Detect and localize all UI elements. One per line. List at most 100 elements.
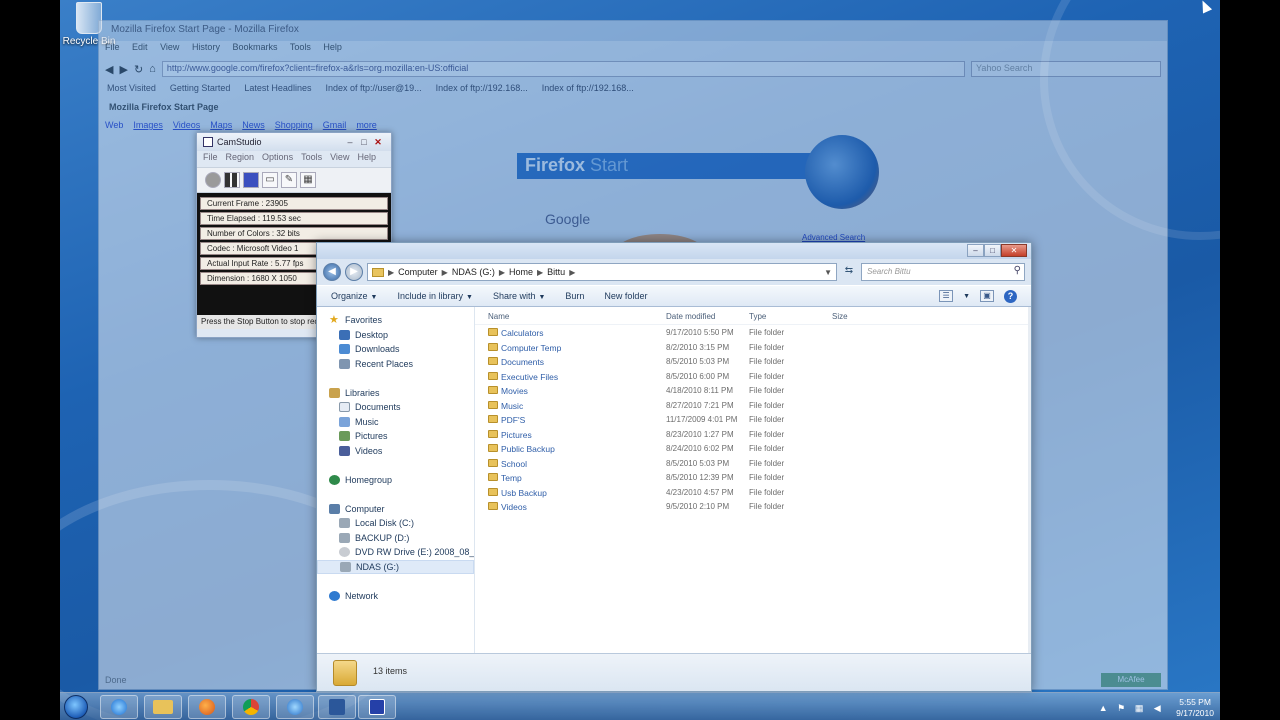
google-link-web[interactable]: Web (105, 120, 123, 134)
nav-downloads[interactable]: Downloads (317, 342, 474, 357)
nav-documents[interactable]: Documents (317, 400, 474, 415)
include-in-library-button[interactable]: Include in library ▼ (397, 291, 472, 301)
nav-computer[interactable]: Computer (317, 502, 474, 517)
menu-help[interactable]: Help (323, 42, 342, 52)
minimize-button[interactable]: – (343, 137, 357, 147)
preview-pane-icon[interactable]: ▣ (980, 290, 994, 302)
help-icon[interactable]: ? (1004, 289, 1017, 303)
stop-button[interactable] (243, 172, 259, 188)
nav-backup-d[interactable]: BACKUP (D:) (317, 531, 474, 546)
organize-button[interactable]: Organize ▼ (331, 291, 377, 301)
file-row[interactable]: Pictures 8/23/2010 1:27 PM File folder (475, 427, 1031, 442)
back-button[interactable]: ◀ (323, 263, 341, 281)
breadcrumb-home[interactable]: Home (509, 267, 533, 277)
cam-menu-region[interactable]: Region (226, 152, 255, 166)
share-with-button[interactable]: Share with ▼ (493, 291, 545, 301)
nav-dvd-drive-e[interactable]: DVD RW Drive (E:) 2008_08_26_07 (317, 545, 474, 560)
column-type[interactable]: Type (749, 312, 766, 321)
maximize-button[interactable]: □ (984, 244, 1001, 257)
file-row[interactable]: School 8/5/2010 5:03 PM File folder (475, 456, 1031, 471)
nav-videos[interactable]: Videos (317, 444, 474, 459)
bookmark-item[interactable]: Most Visited (107, 83, 156, 97)
address-bar[interactable]: ▶ Computer ▶ NDAS (G:) ▶ Home ▶ Bittu ▶ … (367, 263, 837, 281)
scrollbar[interactable] (1028, 307, 1031, 653)
cam-menu-view[interactable]: View (330, 152, 349, 166)
chevron-down-icon[interactable]: ▼ (824, 268, 832, 277)
breadcrumb-bittu[interactable]: Bittu (547, 267, 565, 277)
bookmark-item[interactable]: Index of ftp://192.168... (436, 83, 528, 97)
file-row[interactable]: Usb Backup 4/23/2010 4:57 PM File folder (475, 485, 1031, 500)
firefox-title-bar[interactable]: Mozilla Firefox Start Page - Mozilla Fir… (99, 21, 1167, 41)
maximize-button[interactable]: □ (357, 137, 371, 147)
mcafee-addon[interactable]: McAfee (1101, 673, 1161, 687)
file-row[interactable]: PDF'S 11/17/2009 4:01 PM File folder (475, 412, 1031, 427)
file-row[interactable]: Calculators 9/17/2010 5:50 PM File folder (475, 325, 1031, 340)
taskbar-chrome[interactable] (232, 695, 270, 719)
pause-button[interactable] (224, 172, 240, 188)
clock[interactable]: 5:55 PM 9/17/2010 (1176, 697, 1214, 719)
menu-edit[interactable]: Edit (132, 42, 148, 52)
settings-icon[interactable]: ▦ (300, 172, 316, 188)
minimize-button[interactable]: – (967, 244, 984, 257)
taskbar-camstudio[interactable] (358, 695, 396, 719)
menu-file[interactable]: File (105, 42, 120, 52)
firefox-search-box[interactable]: Yahoo Search (971, 61, 1161, 77)
taskbar-word[interactable] (318, 695, 356, 719)
breadcrumb-ndas[interactable]: NDAS (G:) (452, 267, 495, 277)
forward-button[interactable]: ▶ (345, 263, 363, 281)
nav-favorites[interactable]: ★ Favorites (317, 313, 474, 328)
google-link-images[interactable]: Images (133, 120, 163, 134)
file-row[interactable]: Temp 8/5/2010 12:39 PM File folder (475, 470, 1031, 485)
back-icon[interactable]: ◀ (105, 63, 113, 76)
file-row[interactable]: Videos 9/5/2010 2:10 PM File folder (475, 499, 1031, 514)
nav-homegroup[interactable]: Homegroup (317, 473, 474, 488)
file-row[interactable]: Computer Temp 8/2/2010 3:15 PM File folder (475, 340, 1031, 355)
breadcrumb-computer[interactable]: Computer (398, 267, 438, 277)
volume-icon[interactable]: ◀ (1152, 703, 1162, 713)
view-options-icon[interactable]: ☰ (939, 290, 954, 302)
refresh-icon[interactable]: ⇆ (841, 263, 857, 281)
file-row[interactable]: Documents 8/5/2010 5:03 PM File folder (475, 354, 1031, 369)
menu-bookmarks[interactable]: Bookmarks (232, 42, 277, 52)
burn-button[interactable]: Burn (565, 291, 584, 301)
region-icon[interactable]: ▭ (262, 172, 278, 188)
show-hidden-icons[interactable]: ▲ (1098, 703, 1108, 713)
start-button[interactable] (64, 695, 88, 719)
advanced-search-link[interactable]: Advanced Search (802, 233, 865, 242)
search-input[interactable]: Search Bittu ⚲ (861, 263, 1025, 281)
camstudio-title-bar[interactable]: CamStudio – □ ✕ (197, 133, 391, 151)
menu-tools[interactable]: Tools (290, 42, 311, 52)
cam-menu-help[interactable]: Help (357, 152, 376, 166)
bookmark-item[interactable]: Index of ftp://user@19... (325, 83, 421, 97)
explorer-title-bar[interactable]: – □ ✕ (317, 243, 1031, 259)
nav-libraries[interactable]: Libraries (317, 386, 474, 401)
cam-menu-file[interactable]: File (203, 152, 218, 166)
url-bar[interactable]: http://www.google.com/firefox?client=fir… (161, 61, 965, 77)
annotate-icon[interactable]: ✎ (281, 172, 297, 188)
home-icon[interactable]: ⌂ (149, 63, 156, 75)
column-name[interactable]: Name (488, 312, 509, 321)
action-center-flag-icon[interactable]: ⚑ (1116, 703, 1126, 713)
cam-menu-tools[interactable]: Tools (301, 152, 322, 166)
bookmark-item[interactable]: Getting Started (170, 83, 231, 97)
explorer-window[interactable]: – □ ✕ ◀ ▶ ▶ Computer ▶ NDAS (G:) ▶ Home … (316, 242, 1032, 692)
taskbar-internet-explorer-2[interactable] (276, 695, 314, 719)
close-button[interactable]: ✕ (1001, 244, 1027, 257)
taskbar-windows-explorer[interactable] (144, 695, 182, 719)
nav-pictures[interactable]: Pictures (317, 429, 474, 444)
column-date-modified[interactable]: Date modified (666, 312, 715, 321)
taskbar-internet-explorer[interactable] (100, 695, 138, 719)
reload-icon[interactable]: ↻ (134, 63, 143, 76)
bookmark-item[interactable]: Latest Headlines (244, 83, 311, 97)
forward-icon[interactable]: ▶ (119, 63, 127, 76)
firefox-tab[interactable]: Mozilla Firefox Start Page (99, 99, 1167, 119)
file-row[interactable]: Public Backup 8/24/2010 6:02 PM File folde… (475, 441, 1031, 456)
taskbar-firefox[interactable] (188, 695, 226, 719)
nav-desktop[interactable]: Desktop (317, 328, 474, 343)
file-row[interactable]: Executive Files 8/5/2010 6:00 PM File fold… (475, 369, 1031, 384)
close-button[interactable]: ✕ (371, 137, 385, 148)
record-button[interactable] (205, 172, 221, 188)
nav-recent-places[interactable]: Recent Places (317, 357, 474, 372)
bookmark-item[interactable]: Index of ftp://192.168... (542, 83, 634, 97)
cam-menu-options[interactable]: Options (262, 152, 293, 166)
